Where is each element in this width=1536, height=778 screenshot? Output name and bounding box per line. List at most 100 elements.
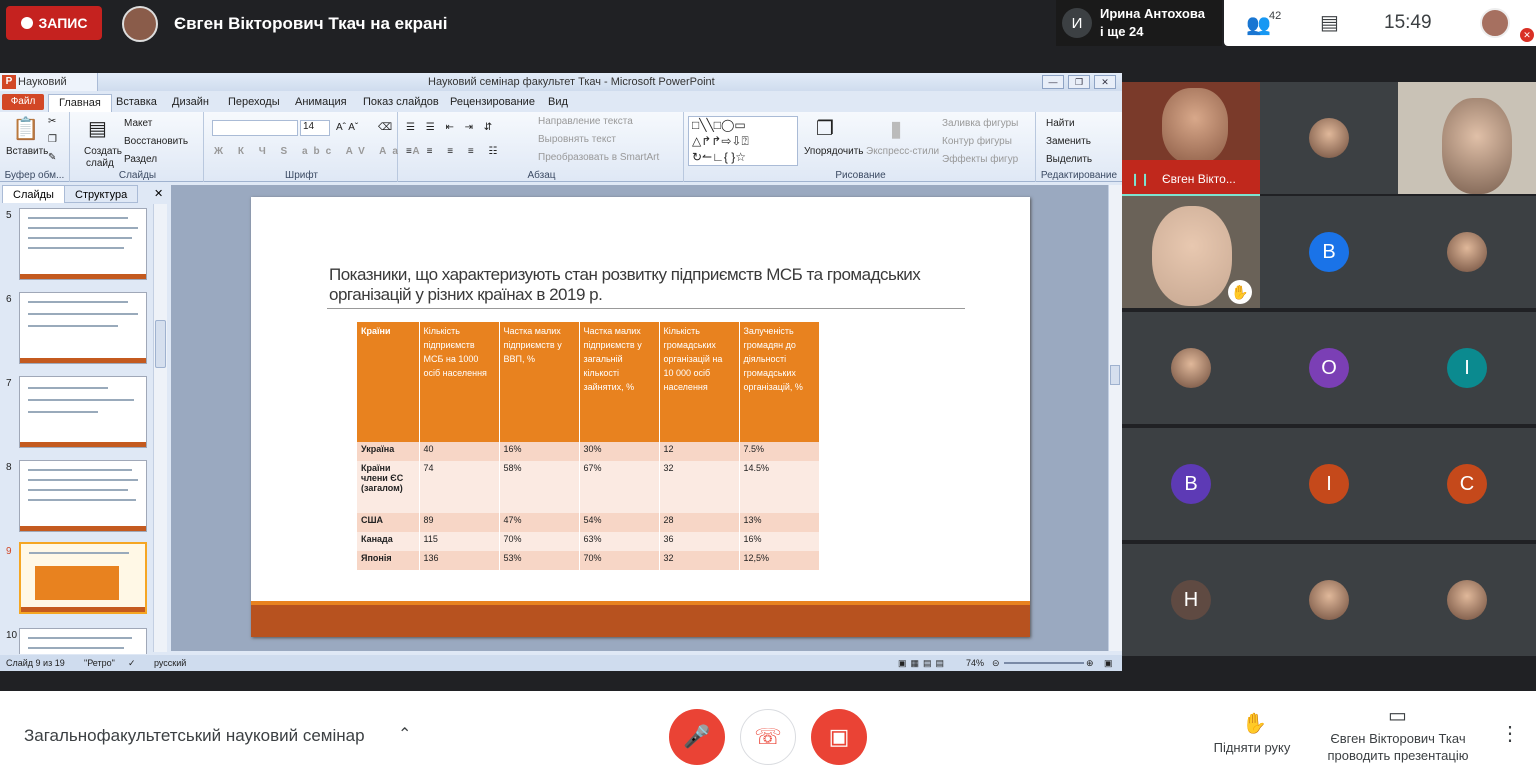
editor-vscrollbar[interactable] bbox=[1108, 185, 1122, 651]
cut-icon[interactable]: ✂ bbox=[48, 116, 56, 127]
table-cell: 12,5% bbox=[739, 551, 820, 570]
table-cell: 53% bbox=[499, 551, 580, 570]
self-avatar[interactable] bbox=[1480, 8, 1510, 38]
view-buttons[interactable]: ▣▦▤▤ bbox=[898, 658, 948, 669]
slide-thumb-10[interactable] bbox=[19, 628, 147, 654]
editor-scroll-thumb[interactable] bbox=[1110, 365, 1120, 385]
chat-icon[interactable]: ▤ bbox=[1320, 10, 1339, 35]
font-size-box[interactable]: 14 bbox=[300, 120, 330, 136]
spellcheck-icon[interactable]: ✓ bbox=[128, 658, 136, 669]
paste-button[interactable]: Вставить bbox=[6, 146, 48, 157]
participant-tile[interactable]: B bbox=[1122, 428, 1260, 540]
tab-home[interactable]: Главная bbox=[48, 94, 112, 112]
list-icons[interactable]: ☰ ☰ ⇤ ⇥ ⇵ bbox=[406, 122, 496, 133]
slide-thumb-9[interactable] bbox=[19, 542, 147, 614]
file-tab[interactable]: Файл bbox=[2, 94, 44, 110]
camera-toggle-button[interactable]: ▣ bbox=[811, 709, 867, 765]
ppt-taskbar-tab[interactable]: PНауковий семіна bbox=[0, 73, 98, 106]
participant-tile[interactable] bbox=[1260, 544, 1398, 656]
data-table[interactable]: Країни Кількість підприємств МСБ на 1000… bbox=[357, 322, 820, 570]
present-icon[interactable]: ▭ bbox=[1388, 703, 1407, 728]
quick-styles-button[interactable]: Экспресс-стили bbox=[866, 146, 939, 157]
zoom-slider[interactable] bbox=[1004, 662, 1084, 664]
align-text-button[interactable]: Выровнять текст bbox=[538, 134, 616, 145]
table-row: Країни члени ЄС (загалом) 74 58% 67% 32 … bbox=[357, 461, 820, 513]
participant-video-tile[interactable]: ✋ bbox=[1122, 196, 1260, 308]
tab-review[interactable]: Рецензирование bbox=[450, 96, 535, 108]
arrange-button[interactable]: Упорядочить bbox=[804, 146, 864, 157]
chevron-up-icon[interactable]: ⌃ bbox=[398, 724, 411, 744]
shape-outline-button[interactable]: Контур фигуры bbox=[942, 136, 1012, 147]
shape-effects-button[interactable]: Эффекты фигур bbox=[942, 154, 1018, 165]
format-painter-icon[interactable]: ✎ bbox=[48, 152, 56, 163]
theme-name: "Ретро" bbox=[84, 658, 115, 668]
participant-tile[interactable] bbox=[1260, 82, 1398, 194]
text-direction-button[interactable]: Направление текста bbox=[538, 116, 633, 127]
clear-format-icon[interactable]: ⌫ bbox=[378, 122, 392, 133]
slide-title[interactable]: Показники, що характеризують стан розвит… bbox=[329, 265, 969, 305]
table-row: Канада 115 70% 63% 36 16% bbox=[357, 532, 820, 551]
raise-hand-label[interactable]: Підняти руку bbox=[1204, 740, 1300, 755]
people-icon[interactable]: 👥 bbox=[1246, 12, 1271, 37]
tab-design[interactable]: Дизайн bbox=[172, 96, 209, 108]
maximize-button[interactable]: ❐ bbox=[1068, 75, 1090, 89]
tab-animation[interactable]: Анимация bbox=[295, 96, 347, 108]
find-button[interactable]: Найти bbox=[1046, 118, 1075, 129]
tab-view[interactable]: Вид bbox=[548, 96, 568, 108]
replace-button[interactable]: Заменить bbox=[1046, 136, 1091, 147]
meeting-name[interactable]: Загальнофакультетський науковий семінар bbox=[24, 726, 365, 746]
create-slide-label-2[interactable]: слайд bbox=[86, 158, 114, 169]
mic-toggle-button[interactable]: 🎤 bbox=[669, 709, 725, 765]
select-button[interactable]: Выделить bbox=[1046, 154, 1092, 165]
table-cell: 47% bbox=[499, 513, 580, 532]
zoom-out-icon[interactable]: ⊝ bbox=[992, 658, 1000, 669]
more-options-icon[interactable]: ⋮ bbox=[1500, 721, 1520, 746]
video-tile-presenter[interactable]: ❙❙ Євген Вікто... bbox=[1122, 82, 1260, 197]
close-panel-icon[interactable]: ✕ bbox=[154, 187, 163, 200]
thumb-number: 9 bbox=[6, 546, 12, 557]
participant-tile[interactable]: B bbox=[1260, 196, 1398, 308]
recording-badge[interactable]: ЗАПИС bbox=[6, 6, 102, 40]
font-name-box[interactable] bbox=[212, 120, 298, 136]
tab-slides[interactable]: Слайды bbox=[2, 185, 65, 203]
shape-fill-button[interactable]: Заливка фигуры bbox=[942, 118, 1018, 129]
thumb-number: 5 bbox=[6, 210, 12, 221]
participant-tile[interactable] bbox=[1398, 544, 1536, 656]
raise-hand-icon[interactable]: ✋ bbox=[1242, 711, 1267, 736]
participant-tile[interactable]: O bbox=[1260, 312, 1398, 424]
tab-slideshow[interactable]: Показ слайдов bbox=[363, 96, 439, 108]
participant-tile[interactable]: I bbox=[1398, 312, 1536, 424]
slide-thumb-6[interactable] bbox=[19, 292, 147, 364]
create-slide-label[interactable]: Создать bbox=[84, 146, 122, 157]
reset-button[interactable]: Восстановить bbox=[124, 136, 188, 147]
current-slide[interactable]: Показники, що характеризують стан розвит… bbox=[251, 197, 1030, 637]
participant-video-tile[interactable] bbox=[1398, 82, 1536, 194]
slide-thumb-5[interactable] bbox=[19, 208, 147, 280]
slide-thumb-8[interactable] bbox=[19, 460, 147, 532]
participant-tile[interactable]: I bbox=[1260, 428, 1398, 540]
format-icons[interactable]: Ж К Ч S abc AV Aa A bbox=[214, 146, 426, 157]
participant-tile[interactable] bbox=[1122, 312, 1260, 424]
thumbs-scrollbar[interactable] bbox=[153, 204, 167, 652]
section-button[interactable]: Раздел bbox=[124, 154, 157, 165]
participant-tile[interactable]: H bbox=[1122, 544, 1260, 656]
shapes-gallery[interactable]: □╲╲□◯▭ △↱↱⇨⇩⍰ ↻↼∟{ }☆ bbox=[688, 116, 798, 166]
participant-tile[interactable] bbox=[1398, 196, 1536, 308]
thumbs-scroll-thumb[interactable] bbox=[155, 320, 166, 368]
copy-icon[interactable]: ❐ bbox=[48, 134, 57, 145]
slide-thumb-7[interactable] bbox=[19, 376, 147, 448]
smartart-button[interactable]: Преобразовать в SmartArt bbox=[538, 152, 659, 163]
close-button[interactable]: ✕ bbox=[1094, 75, 1116, 89]
speaking-icon: ❙❙ bbox=[1130, 172, 1151, 186]
grow-font-icon[interactable]: Aˆ Aˇ bbox=[336, 122, 358, 133]
participant-tile[interactable]: C bbox=[1398, 428, 1536, 540]
fit-window-icon[interactable]: ▣ bbox=[1104, 658, 1113, 669]
tab-outline[interactable]: Структура bbox=[64, 185, 139, 203]
minimize-button[interactable]: — bbox=[1042, 75, 1064, 89]
tab-insert[interactable]: Вставка bbox=[116, 96, 157, 108]
align-icons[interactable]: ≡ ≡ ≡ ≡ ☷ bbox=[406, 146, 503, 157]
leave-call-button[interactable]: ☏ bbox=[740, 709, 796, 765]
tab-transitions[interactable]: Переходы bbox=[228, 96, 280, 108]
layout-button[interactable]: Макет bbox=[124, 118, 152, 129]
zoom-in-icon[interactable]: ⊕ bbox=[1086, 658, 1094, 669]
